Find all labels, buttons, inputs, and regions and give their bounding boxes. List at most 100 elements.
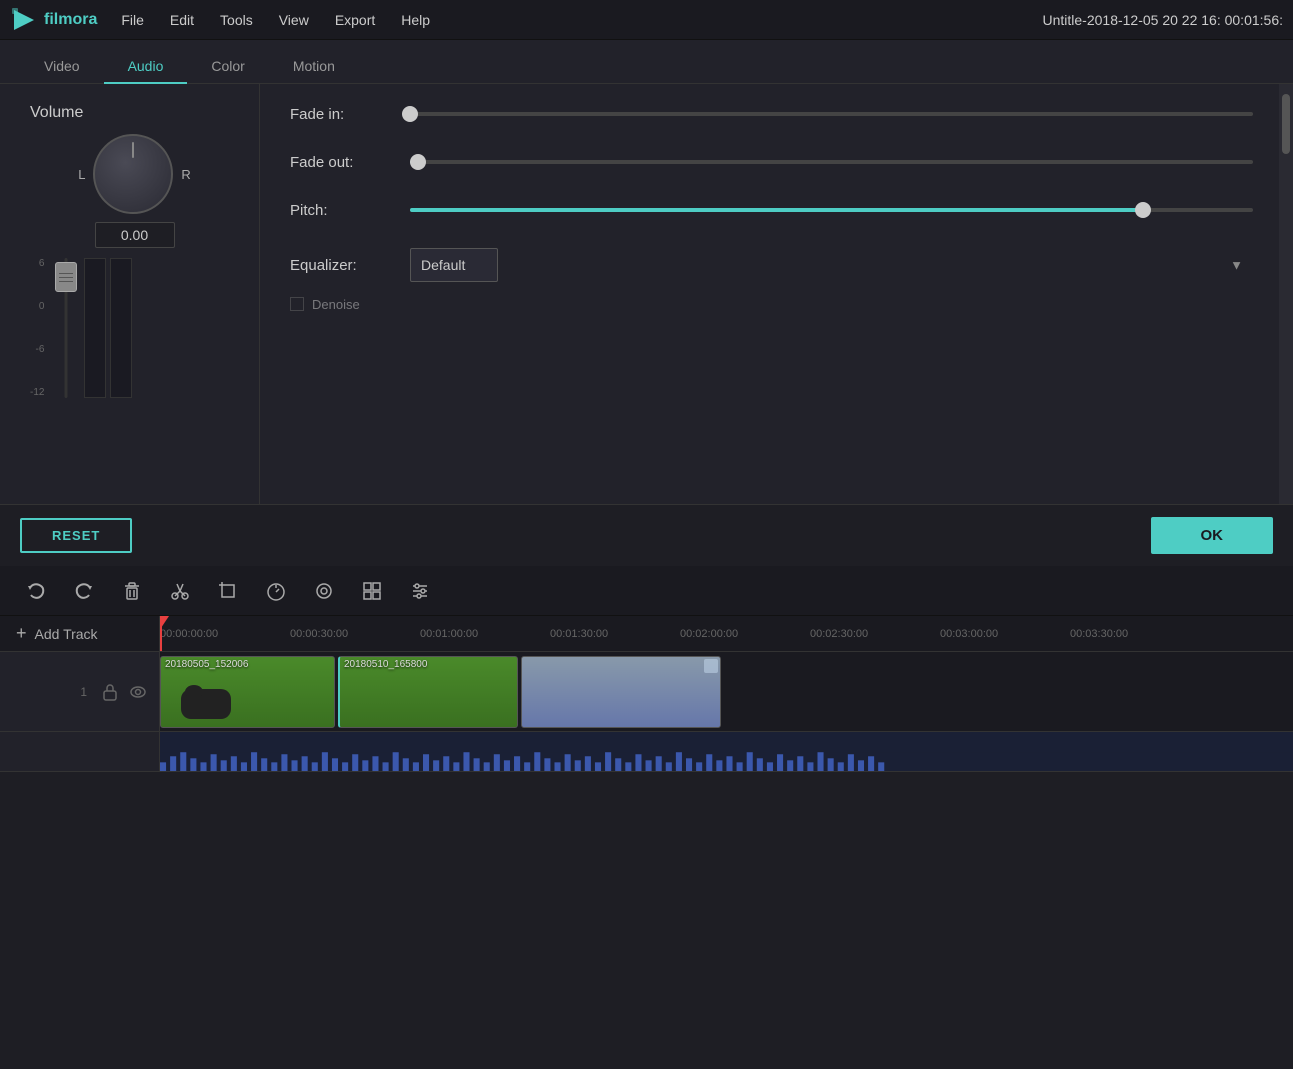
lock-icon[interactable] [101, 683, 119, 701]
menu-export[interactable]: Export [331, 8, 379, 32]
timecode-6: 00:03:00:00 [940, 628, 998, 640]
fade-in-slider-container [410, 104, 1253, 124]
vu-bar-right [110, 258, 132, 398]
logo-text: filmora [44, 11, 97, 29]
color-correct-icon [362, 581, 382, 601]
fader-grip-3 [59, 281, 73, 282]
title-bar: Untitle-2018-12-05 20 22 16: 00:01:56: [1042, 12, 1283, 28]
clip-1-label: 20180505_152006 [165, 659, 248, 670]
vu-scale-6: 6 [30, 258, 44, 269]
fade-in-row: Fade in: [290, 104, 1253, 124]
volume-knob[interactable] [93, 134, 173, 214]
crop-button[interactable] [212, 575, 244, 607]
volume-value-input[interactable]: 0.00 [95, 222, 175, 248]
menu-file[interactable]: File [117, 8, 148, 32]
cow-head [185, 685, 203, 699]
undo-icon [26, 581, 46, 601]
pitch-slider-container [410, 200, 1253, 220]
pitch-track [410, 208, 1253, 212]
timecode-4: 00:02:00:00 [680, 628, 738, 640]
track-controls: 1 [0, 652, 160, 731]
undo-button[interactable] [20, 575, 52, 607]
knob-tick [132, 142, 134, 158]
equalizer-row: Equalizer: Default Classical Club Dance … [290, 248, 1253, 282]
tab-video[interactable]: Video [20, 50, 104, 84]
lr-left-label: L [78, 167, 85, 182]
clip-3-corner-badge [704, 659, 718, 673]
menu-tools[interactable]: Tools [216, 8, 257, 32]
crop-icon [218, 581, 238, 601]
vu-section: 6 0 -6 -12 [30, 258, 239, 398]
add-track-button[interactable]: + Add Track [0, 616, 160, 651]
tab-color[interactable]: Color [187, 50, 268, 84]
volume-label: Volume [30, 104, 239, 122]
lr-right-label: R [181, 167, 190, 182]
fade-out-row: Fade out: [290, 152, 1253, 172]
left-panel: Volume L R 0.00 6 0 -6 -12 [0, 84, 260, 504]
cut-button[interactable] [164, 575, 196, 607]
redo-icon [74, 581, 94, 601]
audio-mixer-button[interactable] [404, 575, 436, 607]
equalizer-label: Equalizer: [290, 257, 410, 274]
video-clip-1[interactable]: 20180505_152006 [160, 656, 335, 728]
vu-bar-left [84, 258, 106, 398]
playhead-triangle [160, 616, 169, 628]
color-correct-button[interactable] [356, 575, 388, 607]
timecode-0: 00:00:00:00 [160, 628, 218, 640]
scroll-thumb[interactable] [1282, 94, 1290, 154]
tab-motion[interactable]: Motion [269, 50, 359, 84]
pitch-row: Pitch: [290, 200, 1253, 220]
menu-help[interactable]: Help [397, 8, 434, 32]
right-panel: Fade in: Fade out: Pitch: [260, 84, 1293, 504]
menu-edit[interactable]: Edit [166, 8, 198, 32]
app-logo: filmora [10, 6, 97, 34]
timecodes: 00:00:00:00 00:00:30:00 00:01:00:00 00:0… [160, 616, 1293, 651]
eye-icon[interactable] [129, 683, 147, 701]
timeline-playhead[interactable] [160, 616, 162, 651]
timeline: + Add Track 00:00:00:00 00:00:30:00 00:0… [0, 616, 1293, 772]
cut-icon [170, 581, 190, 601]
tab-audio[interactable]: Audio [104, 50, 188, 84]
menu-bar: filmora File Edit Tools View Export Help… [0, 0, 1293, 40]
audio-waveform [160, 732, 1293, 771]
stabilize-icon [314, 581, 334, 601]
timecode-1: 00:00:30:00 [290, 628, 348, 640]
fade-out-slider-container [410, 152, 1253, 172]
redo-button[interactable] [68, 575, 100, 607]
fader-grip-2 [59, 277, 73, 278]
video-clip-2[interactable]: 20180510_165800 [338, 656, 518, 728]
fade-in-thumb[interactable] [402, 106, 418, 122]
fade-in-label: Fade in: [290, 106, 410, 123]
speed-button[interactable] [260, 575, 292, 607]
menu-view[interactable]: View [275, 8, 313, 32]
timecode-7: 00:03:30:00 [1070, 628, 1128, 640]
fade-in-track [410, 112, 1253, 116]
main-panel: Volume L R 0.00 6 0 -6 -12 [0, 84, 1293, 504]
toolbar [0, 566, 1293, 616]
audio-track-row [0, 732, 1293, 772]
pitch-thumb[interactable] [1135, 202, 1151, 218]
knob-container: L R 0.00 [30, 134, 239, 248]
denoise-checkbox[interactable] [290, 297, 304, 311]
fader-container [52, 258, 80, 398]
partial-row: Denoise [290, 292, 1253, 316]
vu-scale-neg6: -6 [30, 344, 44, 355]
stabilize-button[interactable] [308, 575, 340, 607]
fader-thumb[interactable] [55, 262, 77, 292]
panel-scrollbar[interactable] [1279, 84, 1293, 504]
audio-mixer-icon [410, 581, 430, 601]
vu-scale: 6 0 -6 -12 [30, 258, 48, 398]
timecode-2: 00:01:00:00 [420, 628, 478, 640]
video-clip-3[interactable] [521, 656, 721, 728]
video-track-content: 20180505_152006 20180510_165800 [160, 652, 1293, 731]
equalizer-select[interactable]: Default Classical Club Dance Full Bass F… [410, 248, 498, 282]
delete-button[interactable] [116, 575, 148, 607]
fade-out-thumb[interactable] [410, 154, 426, 170]
add-track-label: Add Track [35, 626, 98, 642]
ok-button[interactable]: OK [1151, 517, 1274, 554]
speed-icon [265, 581, 287, 601]
reset-button[interactable]: RESET [20, 518, 132, 553]
knob-wrap: L R [78, 134, 191, 214]
menu-items: File Edit Tools View Export Help [117, 8, 1042, 32]
equalizer-dropdown-arrow: ▼ [1230, 258, 1243, 273]
